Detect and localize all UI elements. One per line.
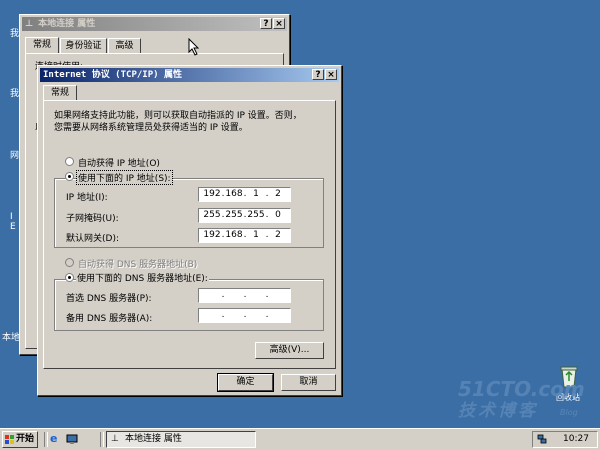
preferred-dns-field[interactable]: . . .	[198, 288, 291, 303]
ip-address-field[interactable]: 192 . 168 . 1 . 2	[198, 187, 291, 202]
back-help-button[interactable]: ?	[260, 18, 272, 29]
desktop-icon-label-2[interactable]: 我	[10, 86, 19, 99]
windows-logo-icon	[5, 435, 14, 444]
manual-dns-radio[interactable]	[65, 273, 74, 282]
show-desktop-icon[interactable]	[66, 433, 78, 445]
taskbar: 开始 e ⊥ 本地连接 属性 10:27	[0, 428, 600, 450]
manual-ip-label[interactable]: 使用下面的 IP 地址(S):	[76, 170, 173, 185]
subnet-mask-label: 子网掩码(U):	[66, 214, 119, 224]
pdns-dot: .	[243, 290, 247, 300]
alternate-dns-label: 备用 DNS 服务器(A):	[66, 314, 153, 324]
back-tab-auth[interactable]: 身份验证	[60, 38, 107, 53]
taskbar-item-local-connection[interactable]: ⊥ 本地连接 属性	[106, 431, 256, 448]
quicklaunch-separator-2	[100, 432, 104, 447]
dialog-title: Internet 协议 (TCP/IP) 属性	[43, 70, 182, 80]
gateway-field[interactable]: 192 . 168 . 1 . 2	[198, 228, 291, 243]
tcpip-properties-dialog[interactable]: Internet 协议 (TCP/IP) 属性 ? × 常规 如果网络支持此功能…	[37, 65, 342, 396]
manual-ip-radio[interactable]	[65, 172, 74, 181]
system-tray: 10:27	[532, 431, 598, 448]
back-window-title: 本地连接 属性	[38, 19, 96, 29]
desktop-icon-label-4[interactable]: I	[10, 212, 13, 222]
back-tab-advanced[interactable]: 高级	[108, 38, 141, 53]
watermark-blog: Blog	[560, 408, 578, 417]
auto-dns-label: 自动获得 DNS 服务器地址(B)	[78, 260, 198, 270]
tab-general[interactable]: 常规	[43, 85, 77, 101]
adns-dot: .	[265, 310, 269, 320]
ip-octet-2: 168	[225, 189, 243, 199]
taskbar-item-label: 本地连接 属性	[125, 434, 182, 444]
ok-button[interactable]: 确定	[217, 373, 274, 392]
description-text: 如果网络支持此功能，则可以获取自动指派的 IP 设置。否则，您需要从网络系统管理…	[54, 111, 302, 133]
ip-octet-1: 192	[203, 189, 221, 199]
close-button[interactable]: ×	[325, 69, 337, 80]
back-tab-general[interactable]: 常规	[25, 37, 59, 53]
auto-ip-radio[interactable]	[65, 157, 74, 166]
back-window-titlebar[interactable]: ⊥ 本地连接 属性 ? ×	[22, 17, 287, 31]
advanced-button[interactable]: 高级(V)...	[255, 342, 324, 359]
help-button[interactable]: ?	[312, 69, 324, 80]
adns-dot: .	[243, 310, 247, 320]
watermark-line1: 51CTO.com	[458, 377, 585, 401]
dialog-titlebar[interactable]: Internet 协议 (TCP/IP) 属性 ? ×	[40, 68, 339, 82]
mask-octet-3: 255	[247, 210, 265, 220]
back-close-button[interactable]: ×	[273, 18, 285, 29]
gw-octet-2: 168	[225, 230, 243, 240]
desktop-icon-label-5[interactable]: E	[10, 222, 16, 232]
adns-dot: .	[221, 310, 225, 320]
preferred-dns-label: 首选 DNS 服务器(P):	[66, 294, 152, 304]
gw-octet-1: 192	[203, 230, 221, 240]
start-label: 开始	[16, 434, 35, 444]
pdns-dot: .	[265, 290, 269, 300]
pdns-dot: .	[221, 290, 225, 300]
auto-ip-label[interactable]: 自动获得 IP 地址(O)	[78, 156, 160, 169]
cancel-button[interactable]: 取消	[281, 374, 336, 391]
manual-dns-label[interactable]: 使用下面的 DNS 服务器地址(E):	[76, 271, 209, 284]
network-icon: ⊥	[25, 19, 34, 29]
ip-octet-3: 1	[253, 189, 259, 199]
subnet-mask-field[interactable]: 255 . 255 . 255 . 0	[198, 208, 291, 223]
mask-octet-1: 255	[203, 210, 221, 220]
mask-octet-4: 0	[275, 210, 281, 220]
clock[interactable]: 10:27	[563, 434, 589, 444]
network-tray-icon[interactable]	[537, 434, 547, 444]
desktop-icon-label-6[interactable]: 本地	[2, 330, 20, 343]
gw-octet-3: 1	[253, 230, 259, 240]
ip-address-label: IP 地址(I):	[66, 193, 108, 203]
gateway-label: 默认网关(D):	[66, 234, 119, 244]
auto-dns-radio	[65, 258, 74, 267]
network-icon: ⊥	[111, 434, 119, 444]
mouse-cursor-icon	[188, 38, 200, 56]
desktop-icon-label-3[interactable]: 网	[10, 148, 19, 161]
alternate-dns-field[interactable]: . . .	[198, 308, 291, 323]
desktop-icon-label-1[interactable]: 我	[10, 26, 19, 39]
start-button[interactable]: 开始	[2, 431, 38, 448]
ip-octet-4: 2	[275, 189, 281, 199]
ie-icon[interactable]: e	[50, 433, 62, 445]
mask-octet-2: 255	[225, 210, 243, 220]
quicklaunch-separator	[44, 432, 48, 447]
gw-octet-4: 2	[275, 230, 281, 240]
